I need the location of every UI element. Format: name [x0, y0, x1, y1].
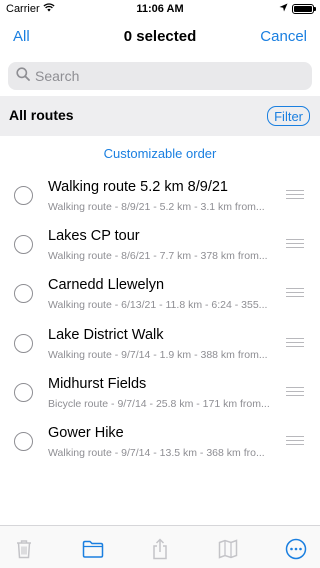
status-time: 11:06 AM: [136, 3, 184, 15]
selection-radio[interactable]: [14, 333, 33, 353]
route-row[interactable]: Carnedd Llewelyn Walking route - 6/13/21 …: [0, 268, 320, 317]
route-name: Lakes CP tour: [48, 228, 140, 245]
nav-bar: All 0 selected Cancel: [0, 20, 320, 56]
route-detail: Walking route - 6/13/21 - 11.8 km - 6:24…: [48, 299, 268, 312]
section-title: All routes: [9, 107, 74, 123]
status-bar: Carrier 11:06 AM: [0, 0, 320, 20]
route-detail: Walking route - 9/7/14 - 1.9 km - 388 km…: [48, 348, 268, 361]
more-icon[interactable]: [284, 538, 308, 560]
route-name: Walking route 5.2 km 8/9/21: [48, 179, 228, 195]
status-right: [279, 3, 316, 15]
section-header: All routes Filter: [0, 96, 320, 136]
reorder-handle-icon[interactable]: [286, 190, 304, 200]
selection-radio[interactable]: [14, 186, 33, 205]
route-detail: Walking route - 9/7/14 - 13.5 km - 368 k…: [48, 446, 265, 459]
search-bar: [8, 62, 312, 90]
search-input[interactable]: [35, 68, 295, 84]
filter-button[interactable]: Filter: [267, 106, 310, 126]
reorder-handle-icon[interactable]: [286, 386, 304, 397]
selection-radio[interactable]: [14, 284, 33, 304]
route-row[interactable]: Lakes CP tour Walking route - 8/6/21 - 7.…: [0, 219, 320, 268]
selection-radio[interactable]: [14, 235, 33, 255]
route-detail: Bicycle route - 9/7/14 - 25.8 km - 171 k…: [48, 397, 270, 410]
share-icon[interactable]: [148, 538, 172, 560]
route-detail: Walking route - 8/6/21 - 7.7 km - 378 km…: [48, 250, 268, 263]
route-row[interactable]: Midhurst Fields Bicycle route - 9/7/14 - …: [0, 367, 320, 416]
route-row[interactable]: Gower Hike Walking route - 9/7/14 - 13.5 …: [0, 416, 320, 465]
reorder-handle-icon[interactable]: [286, 239, 304, 249]
battery-icon: [292, 4, 316, 14]
customizable-order-link[interactable]: Customizable order: [0, 146, 320, 161]
reorder-handle-icon[interactable]: [286, 288, 304, 298]
route-detail: Walking route - 8/9/21 - 5.2 km - 3.1 km…: [48, 201, 265, 213]
reorder-handle-icon[interactable]: [286, 337, 304, 348]
cancel-button[interactable]: Cancel: [260, 28, 307, 45]
reorder-handle-icon[interactable]: [286, 435, 304, 446]
selection-radio[interactable]: [14, 431, 33, 451]
route-name: Carnedd Llewelyn: [48, 277, 165, 294]
route-name: Midhurst Fields: [48, 375, 147, 392]
selection-radio[interactable]: [14, 382, 33, 402]
map-icon[interactable]: [216, 538, 240, 560]
route-row[interactable]: Lake District Walk Walking route - 9/7/14…: [0, 318, 320, 367]
route-list: Walking route 5.2 km 8/9/21 Walking route…: [0, 170, 320, 465]
bottom-toolbar: [0, 525, 320, 568]
battery-fill: [294, 6, 312, 12]
route-name: Gower Hike: [48, 424, 124, 441]
search-box[interactable]: [8, 62, 312, 90]
route-name: Lake District Walk: [48, 326, 164, 343]
folder-icon[interactable]: [81, 538, 105, 560]
location-arrow-icon: [279, 3, 288, 15]
search-icon: [16, 66, 30, 86]
trash-icon[interactable]: [12, 538, 36, 560]
route-row[interactable]: Walking route 5.2 km 8/9/21 Walking route…: [0, 170, 320, 219]
